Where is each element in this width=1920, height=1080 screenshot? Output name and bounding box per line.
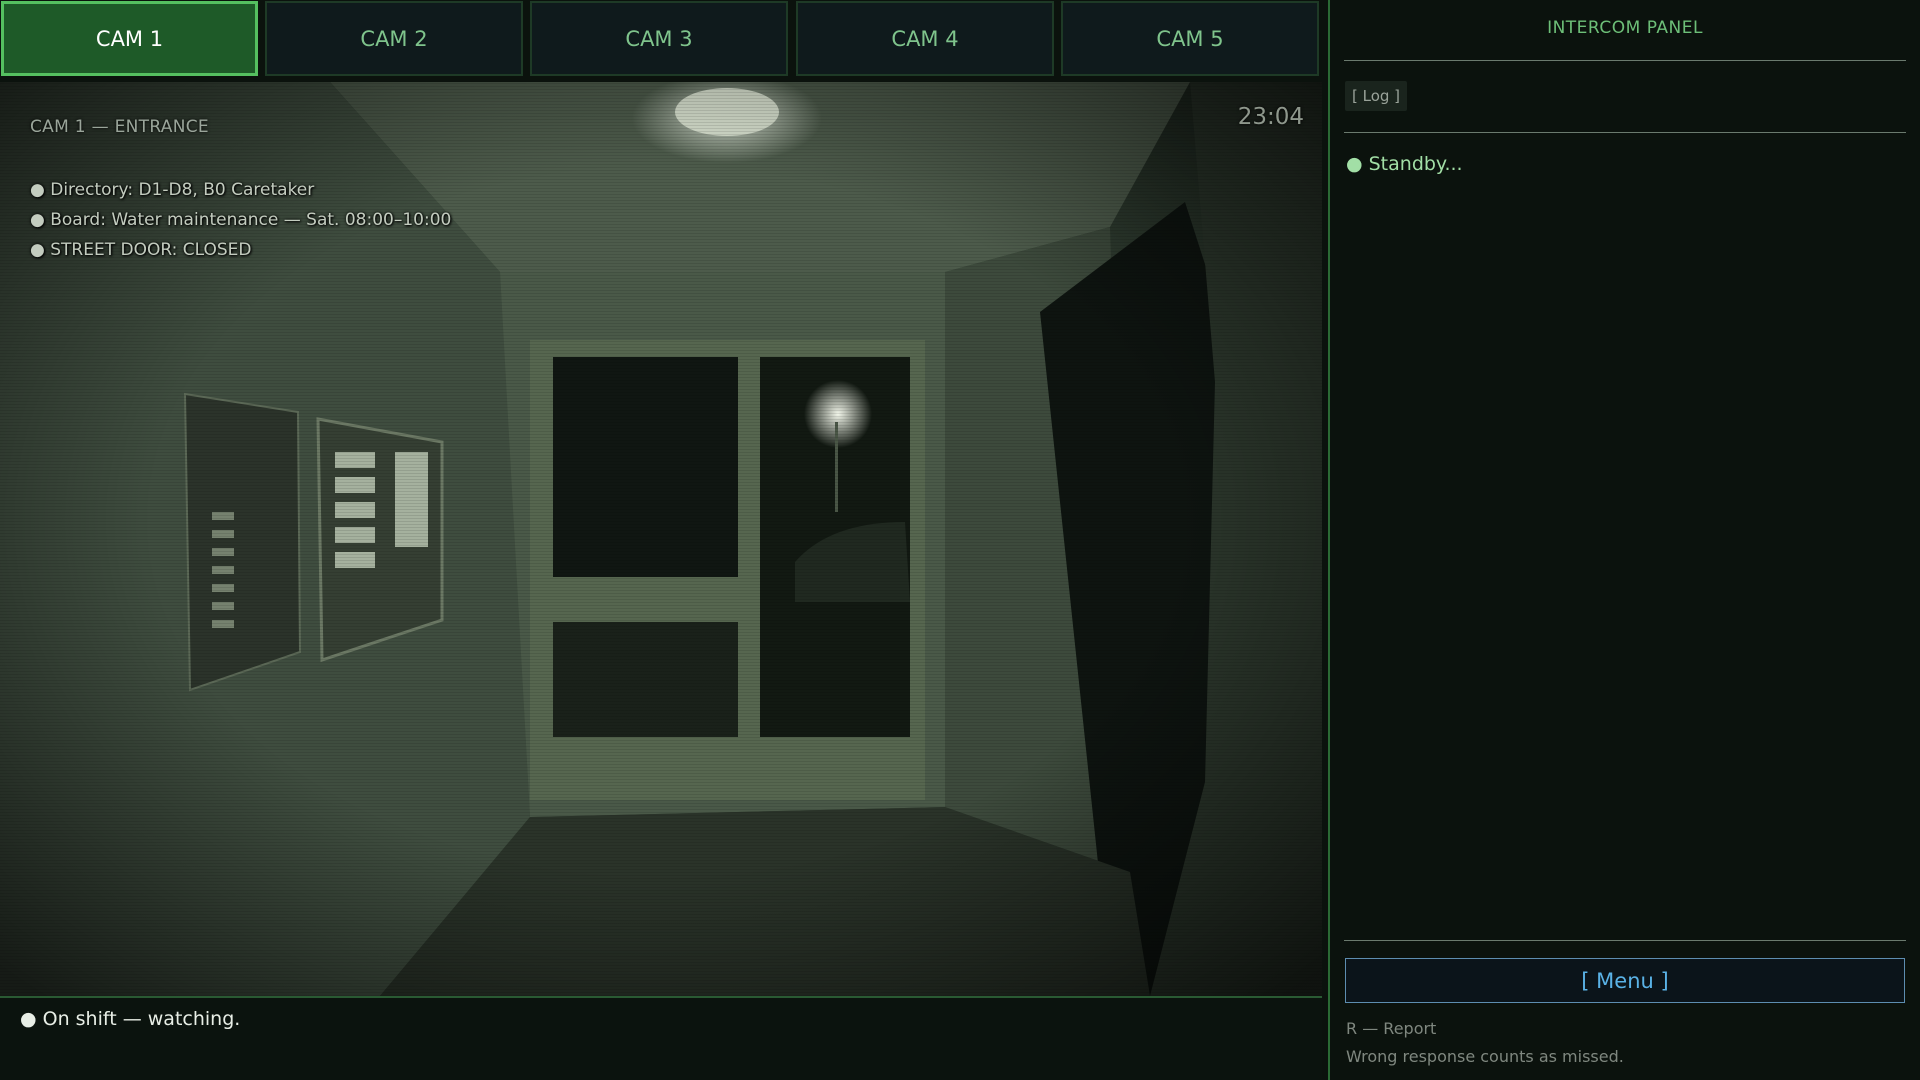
game-screen: CAM 1 CAM 2 CAM 3 CAM 4 CAM 5 CAM 1 — EN… xyxy=(0,0,1920,1080)
camera-time: 23:04 xyxy=(1237,104,1304,130)
status-bar: ● On shift — watching. xyxy=(0,996,1322,1080)
divider-line xyxy=(1344,132,1906,133)
tab-cam-2[interactable]: CAM 2 xyxy=(265,1,523,76)
camera-feed: CAM 1 — ENTRANCE 23:04 ● Directory: D1-D… xyxy=(0,82,1322,996)
tab-cam-4[interactable]: CAM 4 xyxy=(796,1,1054,76)
tab-cam-3[interactable]: CAM 3 xyxy=(530,1,788,76)
intercom-panel: INTERCOM PANEL [ Log ] ● Standby... [ Me… xyxy=(1330,0,1920,1080)
info-directory: ● Directory: D1-D8, B0 Caretaker xyxy=(30,180,315,200)
camera-info: ● Directory: D1-D8, B0 Caretaker ● Board… xyxy=(30,175,451,265)
hint-report: R — Report xyxy=(1346,1019,1437,1038)
divider-line xyxy=(1344,940,1906,941)
camera-label: CAM 1 — ENTRANCE xyxy=(30,117,209,137)
log-button[interactable]: [ Log ] xyxy=(1345,81,1408,111)
menu-button[interactable]: [ Menu ] xyxy=(1345,958,1905,1003)
status-text: ● On shift — watching. xyxy=(20,1008,241,1030)
tab-cam-1[interactable]: CAM 1 xyxy=(1,1,258,76)
hint-wrong-response: Wrong response counts as missed. xyxy=(1346,1047,1624,1066)
standby-status: ● Standby... xyxy=(1346,153,1463,175)
info-street-door: ● STREET DOOR: CLOSED xyxy=(30,240,252,260)
camera-tabs: CAM 1 CAM 2 CAM 3 CAM 4 CAM 5 xyxy=(0,0,1322,78)
tab-cam-5[interactable]: CAM 5 xyxy=(1061,1,1319,76)
divider-line xyxy=(1344,60,1906,61)
panel-title: INTERCOM PANEL xyxy=(1547,18,1703,38)
info-board: ● Board: Water maintenance — Sat. 08:00–… xyxy=(30,210,452,230)
